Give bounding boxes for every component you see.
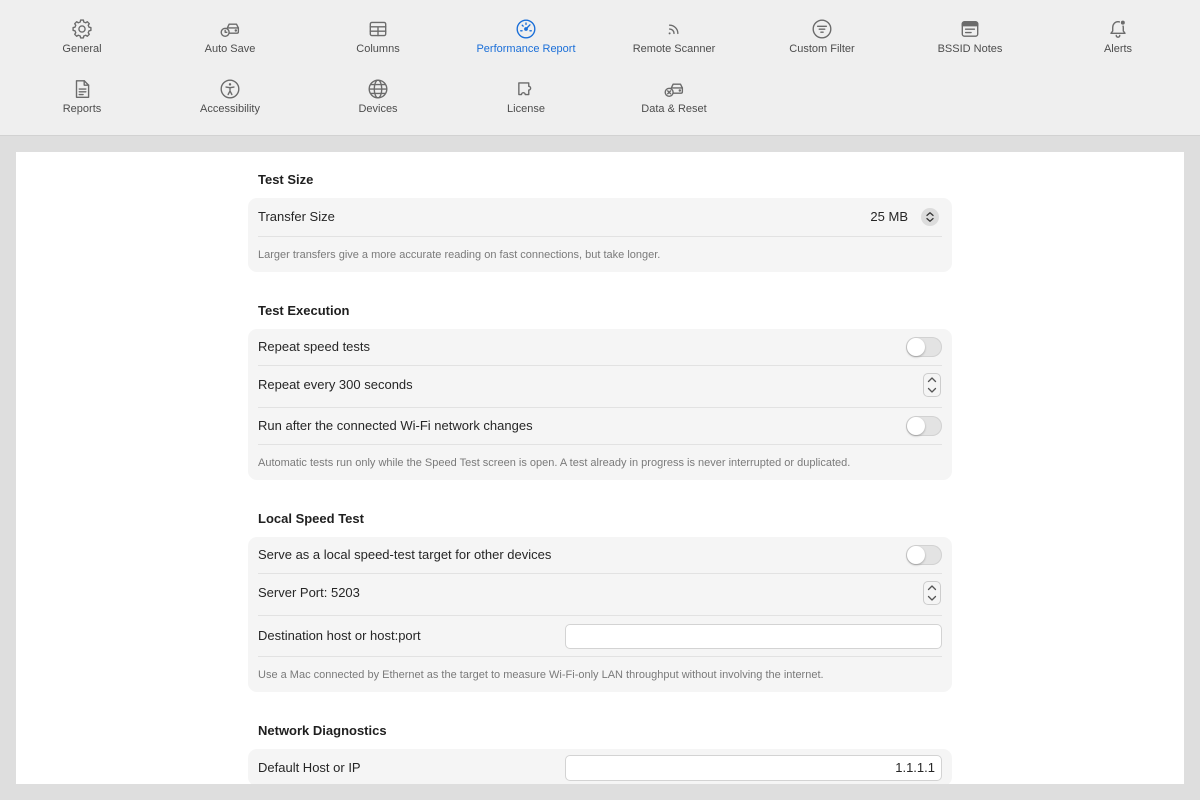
tab-label: Reports xyxy=(62,103,102,115)
settings-group: Repeat speed tests Repeat every 300 seco… xyxy=(248,329,952,480)
stepper-increment-button[interactable] xyxy=(924,374,940,385)
serve-as-target-toggle[interactable] xyxy=(906,545,942,565)
default-host-input[interactable] xyxy=(565,754,942,781)
settings-group: Serve as a local speed-test target for o… xyxy=(248,537,952,692)
tab-label: Accessibility xyxy=(200,103,260,115)
preferences-toolbar: General Auto Save Columns Performance Re… xyxy=(0,0,1200,136)
toggle-knob xyxy=(907,546,925,564)
tab-label: Alerts xyxy=(1103,43,1133,55)
row-label: Serve as a local speed-test target for o… xyxy=(258,547,552,562)
drive-reset-icon xyxy=(663,78,685,100)
bell-badge-icon xyxy=(1107,18,1129,40)
up-down-chevron-icon xyxy=(921,208,939,226)
test-size-section: Test Size Transfer Size 25 MB Larger tra… xyxy=(248,171,952,272)
globe-icon xyxy=(367,78,389,100)
row-label: Default Host or IP xyxy=(258,759,361,775)
tab-alerts[interactable]: Alerts xyxy=(1044,18,1192,78)
table-columns-icon xyxy=(367,18,389,40)
repeat-speed-tests-row: Repeat speed tests xyxy=(258,329,942,366)
toggle-knob xyxy=(907,417,925,435)
tab-custom-filter[interactable]: Custom Filter xyxy=(748,18,896,78)
stepper-decrement-button[interactable] xyxy=(924,593,940,604)
tab-general[interactable]: General xyxy=(8,18,156,78)
drive-clock-icon xyxy=(219,18,241,40)
section-title: Test Execution xyxy=(258,303,350,318)
tab-accessibility[interactable]: Accessibility xyxy=(156,78,304,138)
row-label: Repeat every 300 seconds xyxy=(258,376,413,392)
note-window-icon xyxy=(959,18,981,40)
repeat-speed-tests-toggle[interactable] xyxy=(906,337,942,357)
test-execution-section: Test Execution Repeat speed tests Repeat… xyxy=(248,302,952,480)
run-on-network-change-row: Run after the connected Wi-Fi network ch… xyxy=(258,408,942,445)
gear-icon xyxy=(71,18,93,40)
settings-group: Transfer Size 25 MB Larger transfers giv… xyxy=(248,198,952,272)
tab-reports[interactable]: Reports xyxy=(8,78,156,138)
section-title: Network Diagnostics xyxy=(258,723,387,738)
license-puzzle-icon xyxy=(515,78,537,100)
network-diagnostics-section: Network Diagnostics Default Host or IP xyxy=(248,722,952,784)
stepper-decrement-button[interactable] xyxy=(924,385,940,396)
tab-label: Devices xyxy=(358,103,398,115)
destination-row: Destination host or host:port xyxy=(258,616,942,657)
tab-data-reset[interactable]: Data & Reset xyxy=(600,78,748,138)
server-port-row: Server Port: 5203 xyxy=(258,574,942,616)
repeat-interval-row: Repeat every 300 seconds xyxy=(258,366,942,408)
tab-performance-report[interactable]: Performance Report xyxy=(452,18,600,78)
section-note: Larger transfers give a more accurate re… xyxy=(258,248,661,261)
repeat-interval-stepper xyxy=(923,372,941,397)
tab-label: Data & Reset xyxy=(641,103,707,115)
signal-waves-icon xyxy=(663,18,685,40)
transfer-size-popup[interactable]: 25 MB xyxy=(870,208,942,226)
tab-label: Auto Save xyxy=(204,43,256,55)
tab-remote-scanner[interactable]: Remote Scanner xyxy=(600,18,748,78)
tab-label: General xyxy=(62,43,102,55)
tab-columns[interactable]: Columns xyxy=(304,18,452,78)
chevron-down-icon xyxy=(927,387,937,393)
tab-label: Performance Report xyxy=(476,43,576,55)
server-port-stepper xyxy=(923,580,941,605)
destination-host-input[interactable] xyxy=(565,623,942,649)
tab-label: Custom Filter xyxy=(789,43,855,55)
section-title: Test Size xyxy=(258,172,314,187)
chevron-down-icon xyxy=(927,595,937,601)
serve-as-target-row: Serve as a local speed-test target for o… xyxy=(258,537,942,574)
local-speed-test-section: Local Speed Test Serve as a local speed-… xyxy=(248,510,952,692)
section-title: Local Speed Test xyxy=(258,511,364,526)
default-host-row: Default Host or IP xyxy=(258,749,942,784)
chevron-up-icon xyxy=(927,376,937,382)
tab-label: BSSID Notes xyxy=(937,43,1003,55)
settings-column: Test Size Transfer Size 25 MB Larger tra… xyxy=(248,152,952,784)
section-note: Use a Mac connected by Ethernet as the t… xyxy=(258,668,824,681)
tab-license[interactable]: License xyxy=(452,78,600,138)
filter-circle-icon xyxy=(811,18,833,40)
section-note: Automatic tests run only while the Speed… xyxy=(258,456,851,469)
document-icon xyxy=(71,78,93,100)
accessibility-icon xyxy=(219,78,241,100)
settings-panel: Test Size Transfer Size 25 MB Larger tra… xyxy=(16,152,1184,784)
tab-label: Remote Scanner xyxy=(632,43,716,55)
tab-bssid-notes[interactable]: BSSID Notes xyxy=(896,18,1044,78)
speedometer-icon xyxy=(515,18,537,40)
stepper-increment-button[interactable] xyxy=(924,582,940,593)
row-label: Repeat speed tests xyxy=(258,339,371,354)
row-label: Transfer Size xyxy=(258,209,335,224)
transfer-size-row: Transfer Size 25 MB xyxy=(258,198,942,237)
popup-value: 25 MB xyxy=(870,209,908,224)
tab-auto-save[interactable]: Auto Save xyxy=(156,18,304,78)
chevron-up-icon xyxy=(927,584,937,590)
row-label: Server Port: 5203 xyxy=(258,584,360,600)
tab-label: License xyxy=(507,103,545,115)
tab-devices[interactable]: Devices xyxy=(304,78,452,138)
tab-label: Columns xyxy=(356,43,400,55)
toggle-knob xyxy=(907,338,925,356)
row-label: Destination host or host:port xyxy=(258,628,421,643)
row-label: Run after the connected Wi-Fi network ch… xyxy=(258,418,533,433)
run-on-network-change-toggle[interactable] xyxy=(906,416,942,436)
settings-group: Default Host or IP xyxy=(248,749,952,784)
